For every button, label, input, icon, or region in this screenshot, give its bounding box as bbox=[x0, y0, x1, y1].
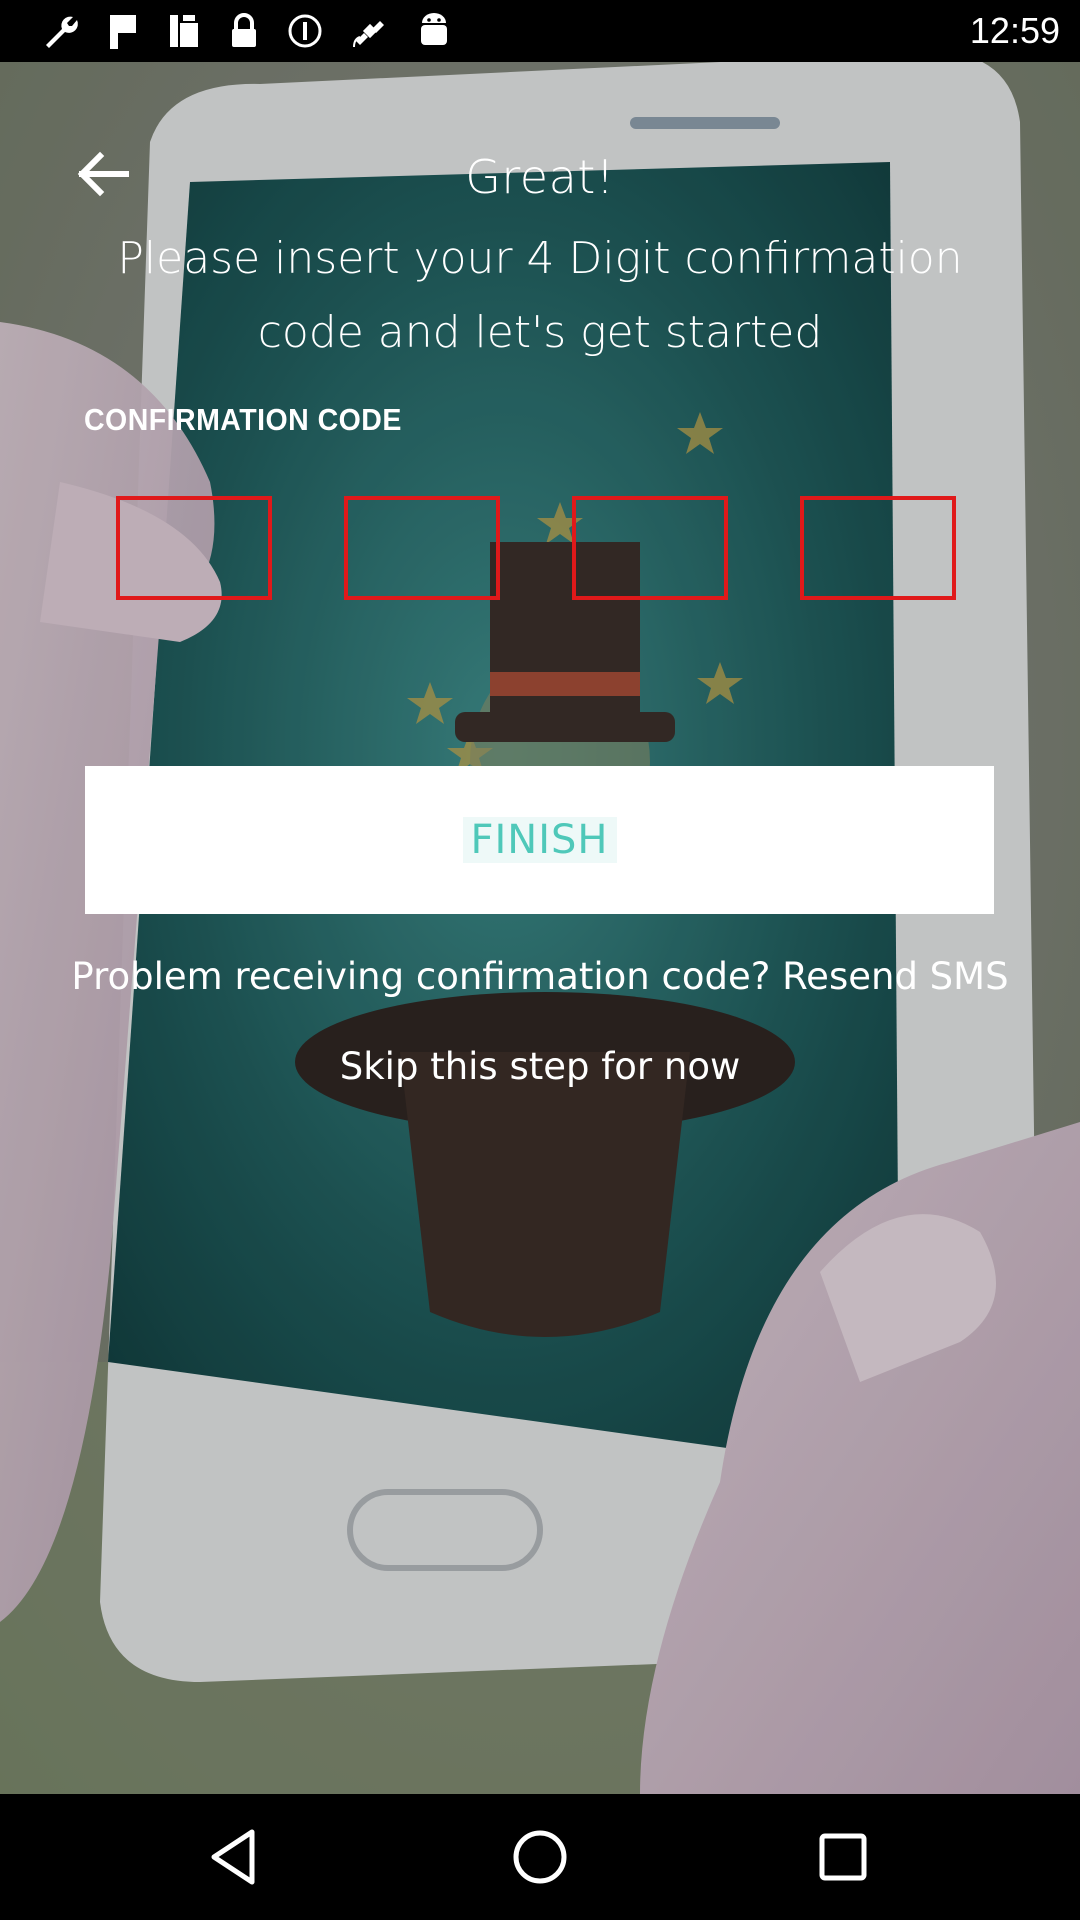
satellite-icon bbox=[353, 21, 384, 48]
wrench-icon bbox=[46, 16, 78, 48]
resend-sms-link[interactable]: Problem receiving confirmation code? Res… bbox=[0, 955, 1080, 998]
code-digit-1-input[interactable] bbox=[116, 496, 272, 600]
status-icons bbox=[40, 11, 452, 51]
code-digit-2-input[interactable] bbox=[344, 496, 500, 600]
skip-step-link[interactable]: Skip this step for now bbox=[0, 1045, 1080, 1088]
code-digit-4-input[interactable] bbox=[800, 496, 956, 600]
circle-info-icon bbox=[288, 14, 322, 48]
page-subtitle: Please insert your 4 Digit confirmation … bbox=[117, 233, 963, 358]
navigation-bar bbox=[0, 1794, 1080, 1920]
code-digit-3-input[interactable] bbox=[572, 496, 728, 600]
home-circle-icon[interactable] bbox=[505, 1822, 575, 1892]
status-bar: 12:59 bbox=[0, 0, 1080, 62]
confirmation-code-label: CONFIRMATION CODE bbox=[84, 402, 402, 437]
lock-icon bbox=[232, 13, 256, 47]
finish-button-label: FINISH bbox=[462, 817, 617, 863]
fax-icon bbox=[170, 15, 198, 47]
flag-icon bbox=[110, 15, 136, 49]
recents-square-icon[interactable] bbox=[808, 1822, 878, 1892]
android-icon bbox=[421, 13, 447, 45]
page-title: Great! bbox=[465, 150, 615, 204]
back-triangle-icon[interactable] bbox=[200, 1822, 270, 1892]
status-time: 12:59 bbox=[969, 10, 1060, 51]
finish-button[interactable]: FINISH bbox=[85, 766, 994, 914]
